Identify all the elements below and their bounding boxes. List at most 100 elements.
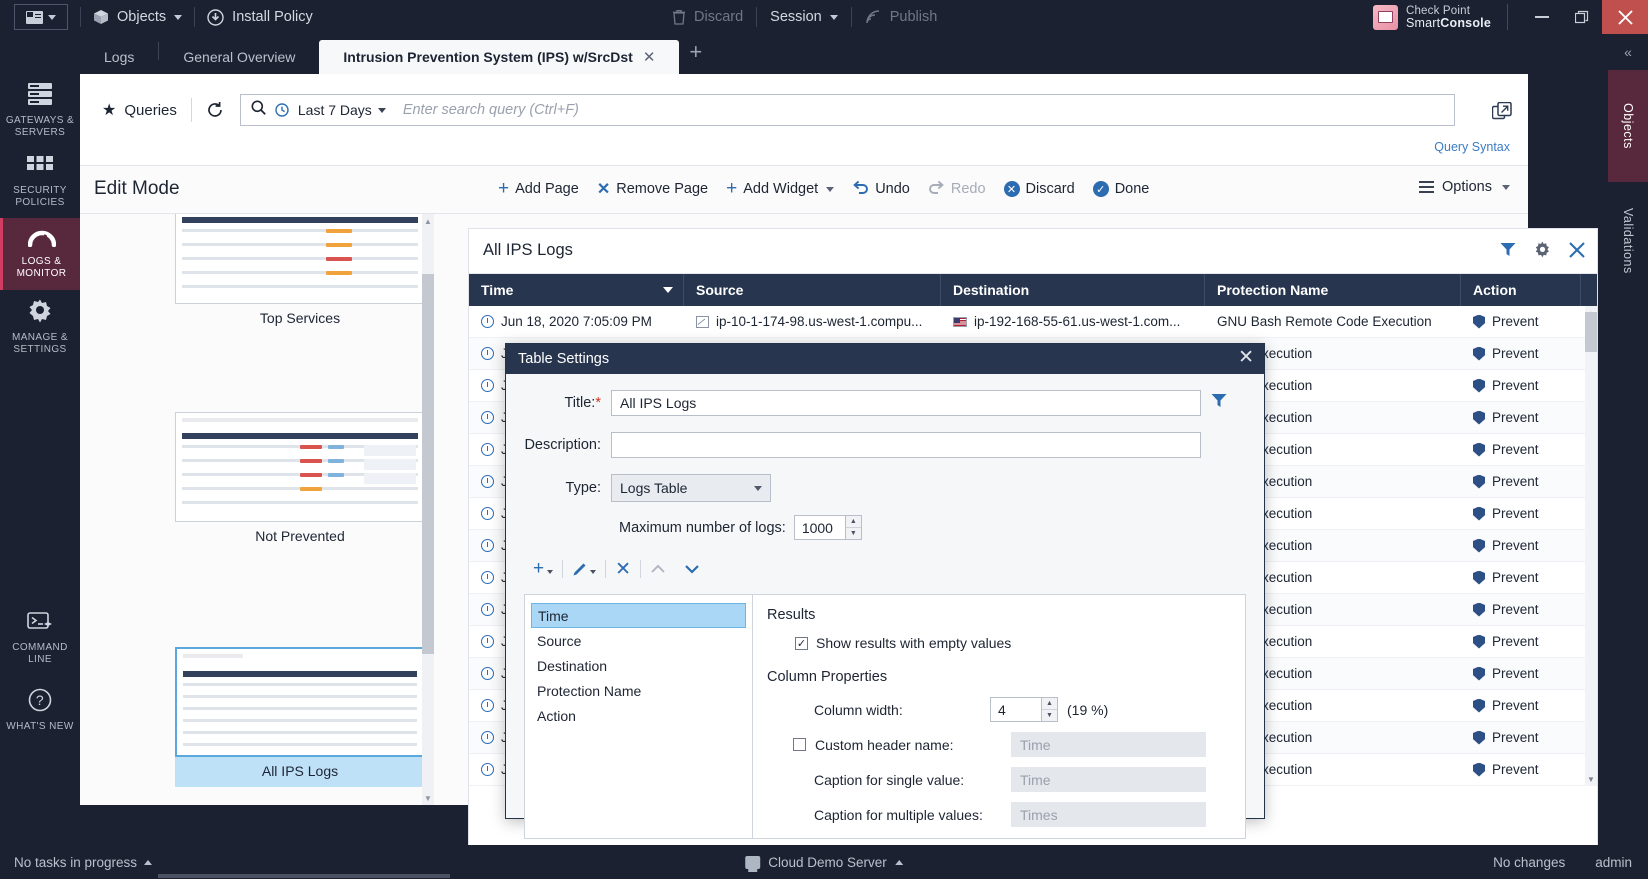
tab-general-overview[interactable]: General Overview <box>159 40 319 74</box>
queries-label: Queries <box>124 101 177 119</box>
server-status[interactable]: Cloud Demo Server <box>745 855 903 872</box>
add-page-button[interactable]: + Add Page <box>498 179 579 198</box>
column-header-destination[interactable]: Destination <box>941 274 1205 306</box>
sidebar-item-command-line[interactable]: COMMAND LINE <box>0 602 80 674</box>
stepper-buttons[interactable]: ▲ ▼ <box>1042 697 1058 722</box>
gear-icon <box>27 297 53 327</box>
shield-icon <box>1473 762 1485 777</box>
time-range-label[interactable]: Last 7 Days <box>298 102 372 118</box>
tasks-status[interactable]: No tasks in progress <box>14 855 153 870</box>
table-scrollbar[interactable]: ▲ ▼ <box>1585 306 1597 786</box>
remove-page-button[interactable]: ✕ Remove Page <box>597 179 708 199</box>
custom-header-input[interactable]: Time <box>1011 732 1206 757</box>
field-list-item-time[interactable]: Time <box>531 603 746 628</box>
scrollbar-thumb[interactable] <box>422 274 434 654</box>
refresh-button[interactable] <box>206 101 224 119</box>
delete-field-button[interactable]: ✕ <box>606 556 640 582</box>
sidebar-item-logs-monitor[interactable]: LOGS & MONITOR <box>0 218 80 290</box>
move-down-button[interactable] <box>675 556 709 582</box>
publish-button[interactable]: Publish <box>865 9 937 25</box>
column-header-action[interactable]: Action <box>1461 274 1581 306</box>
scroll-down-icon[interactable]: ▼ <box>422 791 434 805</box>
close-button[interactable] <box>1602 0 1648 34</box>
new-tab-button[interactable]: + <box>679 39 716 69</box>
caption-single-input[interactable]: Time <box>1011 767 1206 792</box>
caption-single-label: Caption for single value: <box>814 771 965 788</box>
app-menu-button[interactable] <box>14 4 68 30</box>
thumbnail-scrollbar[interactable]: ▲ ▼ <box>422 214 434 805</box>
column-width-stepper[interactable]: 4 ▲ ▼ <box>990 697 1058 722</box>
collapse-rail-button[interactable]: « <box>1608 34 1648 70</box>
max-logs-stepper[interactable]: 1000 ▲ ▼ <box>793 515 862 540</box>
custom-header-checkbox[interactable] <box>793 738 806 751</box>
column-header-source[interactable]: Source <box>684 274 941 306</box>
discard-button[interactable]: ✕ Discard <box>1003 181 1075 197</box>
stepper-up-icon[interactable]: ▲ <box>845 516 861 528</box>
close-icon[interactable]: ✕ <box>1238 348 1254 368</box>
divider <box>1507 4 1508 30</box>
scroll-down-icon[interactable]: ▼ <box>1585 772 1597 786</box>
thumbnail-top-services[interactable]: Top Services <box>175 214 425 334</box>
table-row[interactable]: Jun 18, 2020 7:05:09 PM ip-10-1-174-98.u… <box>469 306 1597 338</box>
expand-query-button[interactable] <box>1491 101 1512 127</box>
queries-button[interactable]: ★ Queries <box>102 100 177 120</box>
thumbnail-all-ips-logs[interactable]: All IPS Logs <box>175 647 425 787</box>
cell-protection: GNU Bash Remote Code Execution <box>1217 314 1432 329</box>
restore-button[interactable] <box>1562 0 1602 34</box>
minimize-button[interactable] <box>1522 0 1562 34</box>
question-icon: ? <box>28 688 52 716</box>
chevron-down-icon <box>590 570 597 574</box>
stepper-buttons[interactable]: ▲ ▼ <box>845 515 862 540</box>
scrollbar-thumb[interactable] <box>1585 312 1597 352</box>
title-input[interactable]: All IPS Logs <box>611 390 1201 416</box>
sidebar-item-manage-settings[interactable]: MANAGE & SETTINGS <box>0 290 80 362</box>
session-button[interactable]: Session <box>770 9 838 25</box>
show-empty-checkbox[interactable]: ✓ <box>795 636 808 650</box>
close-icon[interactable] <box>1569 241 1585 258</box>
max-logs-input[interactable]: 1000 <box>793 515 846 540</box>
column-header-time[interactable]: Time <box>469 274 684 306</box>
stepper-down-icon[interactable]: ▼ <box>846 528 861 539</box>
sidebar-item-whats-new[interactable]: ? WHAT'S NEW <box>0 674 80 746</box>
column-width-input[interactable]: 4 <box>990 697 1042 722</box>
query-syntax-link[interactable]: Query Syntax <box>1434 140 1510 154</box>
gear-icon[interactable] <box>1534 241 1551 258</box>
search-placeholder: Enter search query (Ctrl+F) <box>402 102 579 118</box>
objects-button[interactable]: Objects <box>93 9 183 25</box>
sidebar-item-security-policies[interactable]: SECURITY POLICIES <box>0 146 80 218</box>
sidebar-item-gateways-servers[interactable]: GATEWAYS & SERVERS <box>0 74 80 146</box>
drag-handle[interactable] <box>158 874 450 878</box>
tab-logs[interactable]: Logs <box>80 40 158 74</box>
stepper-down-icon[interactable]: ▼ <box>1042 710 1057 721</box>
rail-tab-objects[interactable]: Objects <box>1608 70 1648 182</box>
caption-multi-input[interactable]: Times <box>1011 802 1206 827</box>
edit-field-button[interactable] <box>563 556 605 582</box>
stepper-up-icon[interactable]: ▲ <box>1042 698 1057 710</box>
field-list-item-action[interactable]: Action <box>525 703 752 728</box>
discard-button[interactable]: Discard <box>672 9 743 25</box>
type-select[interactable]: Logs Table <box>611 474 771 502</box>
filter-icon[interactable] <box>1500 242 1516 257</box>
undo-button[interactable]: Undo <box>852 179 910 199</box>
search-input[interactable]: Last 7 Days Enter search query (Ctrl+F) <box>239 94 1455 126</box>
options-button[interactable]: Options <box>1419 179 1510 195</box>
install-policy-button[interactable]: Install Policy <box>207 8 313 26</box>
user-label[interactable]: admin <box>1595 855 1632 870</box>
done-button[interactable]: ✓ Done <box>1092 181 1149 197</box>
field-list-item-source[interactable]: Source <box>525 628 752 653</box>
tab-ips-srcdst[interactable]: Intrusion Prevention System (IPS) w/SrcD… <box>319 40 680 74</box>
rail-tab-validations[interactable]: Validations <box>1608 182 1648 300</box>
chevron-down-icon[interactable] <box>377 107 386 113</box>
column-header-protection-name[interactable]: Protection Name <box>1205 274 1461 306</box>
close-icon[interactable]: ✕ <box>643 48 656 66</box>
redo-button: Redo <box>928 179 986 199</box>
add-widget-button[interactable]: + Add Widget <box>726 179 835 198</box>
filter-icon[interactable] <box>1211 393 1227 413</box>
scroll-up-icon[interactable]: ▲ <box>422 214 434 228</box>
thumbnail-not-prevented[interactable]: Not Prevented <box>175 412 425 552</box>
cell-action: Prevent <box>1461 730 1581 745</box>
description-input[interactable] <box>611 432 1201 458</box>
field-list-item-destination[interactable]: Destination <box>525 653 752 678</box>
field-list-item-protection-name[interactable]: Protection Name <box>525 678 752 703</box>
add-field-button[interactable]: + <box>524 556 562 582</box>
